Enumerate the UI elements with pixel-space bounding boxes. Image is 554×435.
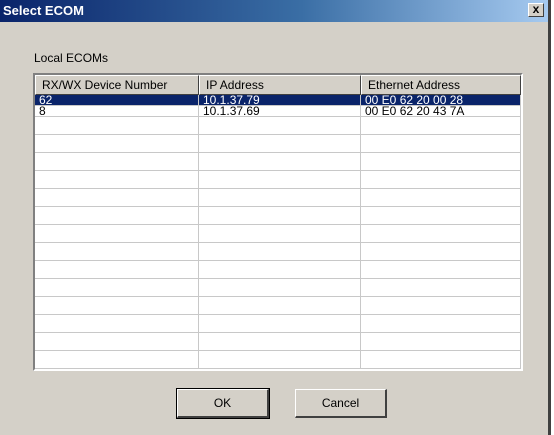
table-row[interactable]: 8 10.1.37.69 00 E0 62 20 43 7A	[35, 106, 521, 117]
empty-cell	[361, 189, 521, 206]
empty-cell	[361, 243, 521, 260]
empty-row	[35, 243, 521, 261]
empty-cell	[361, 153, 521, 170]
cancel-button[interactable]: Cancel	[295, 389, 387, 418]
empty-cell	[35, 243, 199, 260]
empty-cell	[199, 369, 361, 371]
empty-cell	[35, 369, 199, 371]
empty-cell	[199, 207, 361, 224]
empty-cell	[35, 171, 199, 188]
empty-cell	[361, 225, 521, 242]
empty-row	[35, 189, 521, 207]
empty-cell	[199, 135, 361, 152]
ok-button[interactable]: OK	[176, 388, 270, 419]
empty-row	[35, 279, 521, 297]
select-ecom-dialog: Select ECOM x Local ECOMs RX/WX Device N…	[0, 0, 551, 435]
list-body: 62 10.1.37.79 00 E0 62 20 00 28 8 10.1.3…	[35, 95, 521, 371]
column-header-ip-address[interactable]: IP Address	[199, 75, 361, 95]
empty-row	[35, 171, 521, 189]
empty-cell	[199, 261, 361, 278]
title-bar[interactable]: Select ECOM x	[0, 0, 548, 22]
empty-cell	[35, 333, 199, 350]
empty-cell	[35, 135, 199, 152]
empty-cell	[361, 171, 521, 188]
empty-row	[35, 333, 521, 351]
empty-cell	[35, 351, 199, 368]
close-icon: x	[532, 2, 540, 16]
empty-cell	[35, 153, 199, 170]
ip-address-cell: 10.1.37.79	[199, 95, 361, 105]
empty-cell	[35, 297, 199, 314]
empty-cell	[199, 315, 361, 332]
empty-row	[35, 153, 521, 171]
empty-cell	[35, 279, 199, 296]
empty-cell	[199, 279, 361, 296]
empty-cell	[199, 225, 361, 242]
empty-cell	[199, 117, 361, 134]
empty-cell	[199, 333, 361, 350]
empty-cell	[361, 333, 521, 350]
empty-cell	[199, 297, 361, 314]
empty-cell	[35, 189, 199, 206]
empty-cell	[361, 117, 521, 134]
empty-row	[35, 261, 521, 279]
empty-row	[35, 315, 521, 333]
ethernet-address-cell: 00 E0 62 20 00 28	[361, 95, 521, 105]
empty-row	[35, 207, 521, 225]
ip-address-cell: 10.1.37.69	[199, 106, 361, 116]
column-header-ethernet-address[interactable]: Ethernet Address	[361, 75, 521, 95]
empty-row	[35, 225, 521, 243]
empty-row	[35, 351, 521, 369]
empty-cell	[199, 153, 361, 170]
empty-row	[35, 135, 521, 153]
empty-cell	[199, 189, 361, 206]
table-row[interactable]: 62 10.1.37.79 00 E0 62 20 00 28	[35, 95, 521, 106]
empty-cell	[361, 207, 521, 224]
empty-cell	[35, 315, 199, 332]
empty-cell	[361, 297, 521, 314]
empty-cell	[361, 351, 521, 368]
ethernet-address-cell: 00 E0 62 20 43 7A	[361, 106, 521, 116]
list-header: RX/WX Device Number IP Address Ethernet …	[35, 75, 521, 95]
empty-cell	[199, 243, 361, 260]
empty-cell	[361, 279, 521, 296]
close-button[interactable]: x	[528, 3, 544, 17]
column-header-device-number[interactable]: RX/WX Device Number	[35, 75, 199, 95]
empty-cell	[361, 135, 521, 152]
empty-cell	[35, 225, 199, 242]
empty-cell	[199, 171, 361, 188]
device-number-cell: 8	[35, 106, 199, 116]
empty-cell	[35, 261, 199, 278]
empty-cell	[361, 369, 521, 371]
empty-cell	[35, 207, 199, 224]
empty-cell	[199, 351, 361, 368]
empty-row	[35, 297, 521, 315]
empty-cell	[361, 261, 521, 278]
empty-cell	[35, 117, 199, 134]
device-number-cell: 62	[35, 95, 199, 105]
empty-row	[35, 117, 521, 135]
local-ecoms-label: Local ECOMs	[34, 51, 109, 65]
ecom-list-view[interactable]: RX/WX Device Number IP Address Ethernet …	[33, 73, 523, 371]
window-title: Select ECOM	[3, 3, 84, 18]
empty-row	[35, 369, 521, 371]
empty-cell	[361, 315, 521, 332]
